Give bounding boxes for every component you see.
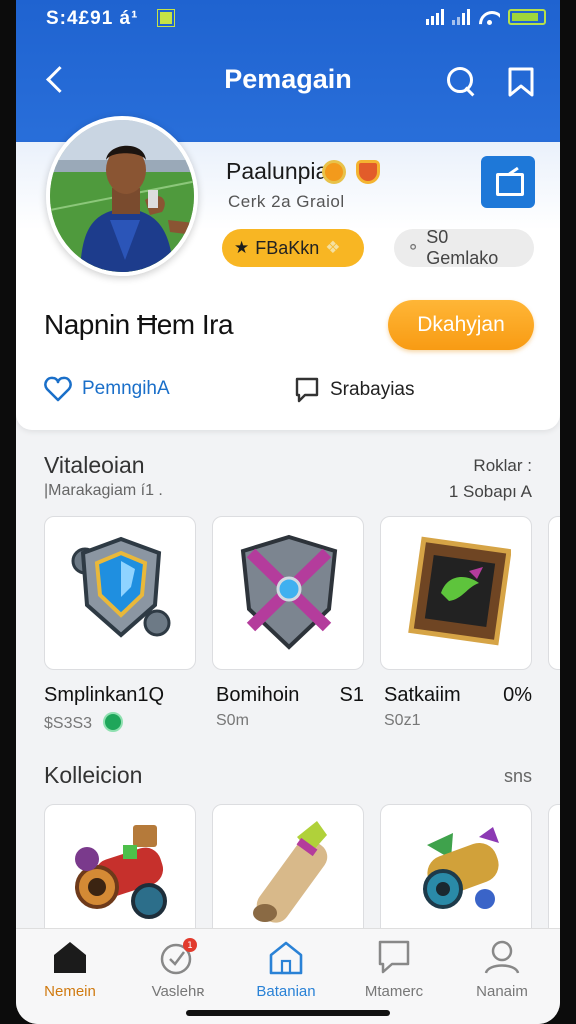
home-indicator — [186, 1010, 390, 1016]
back-icon[interactable] — [38, 62, 74, 98]
gem-icon: ⚬ — [406, 238, 421, 257]
bookmark-icon[interactable] — [506, 66, 536, 98]
top-nav: Pemagain — [16, 50, 560, 110]
nav-messages[interactable]: Mtamerc — [340, 929, 448, 1009]
item-name: Bomihoin — [216, 684, 300, 706]
home-icon — [54, 942, 86, 973]
nav-profile[interactable]: Nanaim — [448, 929, 556, 1009]
message-label: Srabayias — [330, 379, 415, 400]
nav-store[interactable]: Batanian — [232, 929, 340, 1009]
search-icon[interactable] — [444, 64, 478, 98]
item-sub: S0m — [216, 712, 249, 729]
gems-label: S0 Gemlako — [426, 227, 499, 268]
item-sub-value: $S3S3 — [44, 715, 93, 732]
section-title: Vitaleoian — [44, 452, 145, 478]
item-tile[interactable] — [380, 516, 532, 670]
section-title: Kolleicion — [44, 762, 143, 788]
like-action[interactable]: PemngihA — [44, 376, 170, 402]
item-tile[interactable] — [44, 516, 196, 670]
heart-icon — [44, 376, 72, 402]
share-button[interactable] — [481, 156, 535, 208]
network-icon — [426, 9, 444, 25]
profile-full-name: Napnin Ħem Ira — [44, 309, 234, 340]
framed-leaf-icon — [408, 536, 511, 646]
status-time: S:4£91 á¹ — [46, 8, 139, 29]
section-count: 1 Sobapı A — [448, 482, 532, 501]
nav-label: Batanian — [256, 983, 316, 1000]
section-more-link[interactable]: sns — [504, 766, 532, 787]
profile-subtitle: Cerk 2a Graiol — [228, 192, 345, 211]
collection-tile[interactable] — [548, 804, 560, 944]
status-bar: S:4£91 á¹ — [16, 0, 560, 36]
medal-icon — [322, 160, 346, 184]
profile-icon — [484, 940, 520, 974]
item-value: S1 — [339, 684, 364, 706]
item-tile[interactable] — [212, 516, 364, 670]
activity-icon: 1 — [160, 938, 197, 975]
collection-tile[interactable] — [212, 804, 364, 944]
star-icon: ★ — [234, 238, 250, 257]
page-title: Pemagain — [224, 64, 352, 94]
like-label: PemngihA — [82, 378, 170, 399]
wifi-icon — [478, 9, 500, 25]
cannon-icon — [75, 825, 167, 919]
item-sub: S0z1 — [384, 712, 421, 729]
item-value: 0% — [503, 684, 532, 706]
gems-badge[interactable]: ⚬ S0 Gemlako — [394, 227, 534, 268]
chat-icon — [295, 377, 319, 403]
item-tile[interactable] — [548, 516, 560, 670]
nav-home[interactable]: Nemein — [16, 929, 124, 1009]
app-notification-icon — [157, 9, 175, 27]
store-icon — [269, 941, 303, 975]
cannon-gold-icon — [423, 827, 499, 909]
section-more-link[interactable]: Roklar : — [473, 456, 532, 476]
cross-shield-icon — [240, 534, 338, 650]
item-name: Satkaiim — [384, 684, 461, 706]
app-screen: S:4£91 á¹ Pemagain Paalunpia Cerk 2a Gra… — [16, 0, 560, 1024]
token-icon — [102, 712, 123, 732]
chat-bubble-icon — [378, 940, 410, 974]
section-subtitle: |Marakagiam í1 . — [44, 482, 163, 499]
profile-name: Paalunpia — [226, 158, 329, 184]
rank-badge[interactable]: ★ FBaKkn ❖ — [222, 229, 364, 267]
item-name: Smplinkan1Q — [44, 684, 165, 706]
collection-tile[interactable] — [380, 804, 532, 944]
avatar[interactable] — [46, 116, 198, 276]
nav-label: Mtamerc — [364, 983, 424, 1000]
follow-button[interactable]: Dkahyjan — [388, 300, 534, 350]
nav-label: Nemein — [44, 983, 96, 1000]
message-action[interactable]: Srabayias — [294, 376, 415, 404]
shield-badge-icon — [356, 160, 380, 184]
nav-activity[interactable]: 1 Vaslehʀ — [124, 929, 232, 1009]
notification-badge: 1 — [187, 941, 193, 951]
battery-icon — [508, 9, 546, 25]
scroll-icon — [253, 821, 328, 923]
signal-icon — [452, 9, 470, 25]
gift-icon: ❖ — [325, 238, 341, 257]
crest-shield-icon — [71, 536, 171, 638]
nav-label: Vaslehʀ — [151, 983, 205, 1000]
collection-tile[interactable] — [44, 804, 196, 944]
rank-label: FBaKkn — [255, 237, 320, 258]
item-sub: $S3S3 — [44, 712, 123, 733]
nav-label: Nanaim — [476, 983, 528, 1000]
